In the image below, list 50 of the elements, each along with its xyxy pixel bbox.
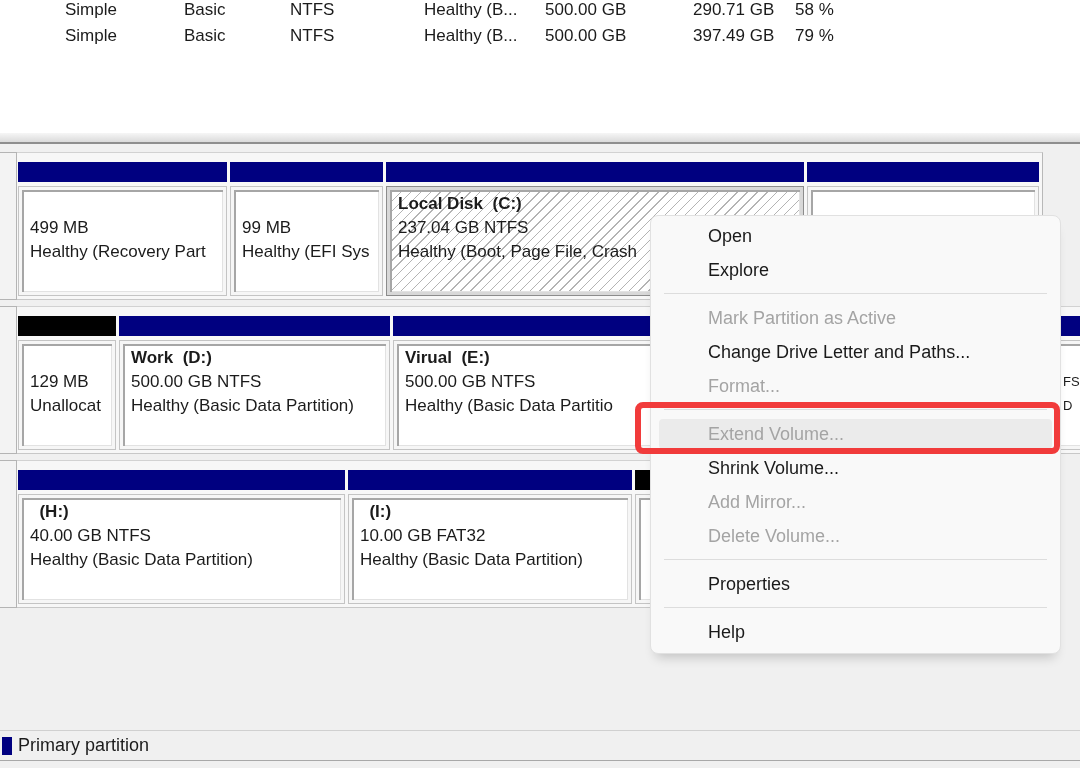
volume-status: Healthy (Recovery Part [30, 241, 206, 263]
table-cell: Basic [184, 26, 226, 46]
volume-size: 500.00 GB NTFS [405, 371, 536, 393]
volume-size: 500.00 GB NTFS [131, 371, 262, 393]
partition-body[interactable]: Work (D:) 500.00 GB NTFS Healthy (Basic Data Partition) [119, 340, 390, 450]
volume-label: Virual (E:) [405, 347, 490, 369]
volume-label: Local Disk (C:) [398, 193, 522, 215]
table-cell: Basic [184, 0, 226, 20]
volume-size: 129 MB [30, 371, 89, 393]
table-cell: 500.00 GB [545, 0, 627, 20]
volume-status: Healthy (Boot, Page File, Crash [398, 241, 638, 263]
volume-status: Healthy (EFI Sys [242, 241, 370, 263]
table-cell: 290.71 GB [693, 0, 775, 20]
volume-size: 10.00 GB FAT32 [360, 525, 486, 547]
volume-label: (H:) [38, 501, 69, 523]
pane-splitter[interactable] [0, 133, 1080, 144]
partition-body[interactable]: 499 MB Healthy (Recovery Part [18, 186, 227, 296]
table-cell: 58 % [795, 0, 834, 20]
volume-status: Healthy (Basic Data Partition) [30, 549, 253, 571]
menu-item[interactable]: Shrink Volume... [659, 453, 1052, 483]
volume-status: Healthy (Basic Data Partition) [131, 395, 354, 417]
volume-label: Work (D:) [131, 347, 212, 369]
legend-swatch-icon [2, 736, 12, 755]
table-cell: 500.00 GB [545, 26, 627, 46]
volume-status: Healthy (Basic Data Partition) [360, 549, 583, 571]
partition-body[interactable]: 99 MB Healthy (EFI Sys [230, 186, 383, 296]
table-cell: Simple [65, 26, 117, 46]
menu-item[interactable]: Help [659, 617, 1052, 647]
table-cell: Simple [65, 0, 117, 20]
volume-status: Unallocat [30, 395, 101, 417]
table-cell: Healthy (B... [424, 26, 518, 46]
table-cell: 79 % [795, 26, 834, 46]
table-cell: NTFS [290, 0, 335, 20]
volume-size: 237.04 GB NTFS [398, 217, 529, 239]
menu-item[interactable]: Change Drive Letter and Paths... [659, 337, 1052, 367]
partition-body[interactable]: (H:) 40.00 GB NTFS Healthy (Basic Data Partition) [18, 494, 345, 604]
volume-label: (I:) [368, 501, 392, 523]
volume-size: FS [1063, 373, 1080, 391]
volume-status: Healthy (Basic Data Partitio [405, 395, 613, 417]
table-cell: Healthy (B... [424, 0, 518, 20]
volume-size: 499 MB [30, 217, 89, 239]
table-cell: 397.49 GB [693, 26, 775, 46]
volume-size: 99 MB [242, 217, 292, 239]
volume-status: D [1063, 397, 1073, 415]
partition-body[interactable]: (I:) 10.00 GB FAT32 Healthy (Basic Data Partition) [348, 494, 632, 604]
partition-body[interactable]: 129 MB Unallocat [18, 340, 116, 450]
table-cell: NTFS [290, 26, 335, 46]
menu-item[interactable]: Properties [659, 569, 1052, 599]
volume-size: 40.00 GB NTFS [30, 525, 151, 547]
legend-label: Primary partition [18, 735, 150, 756]
